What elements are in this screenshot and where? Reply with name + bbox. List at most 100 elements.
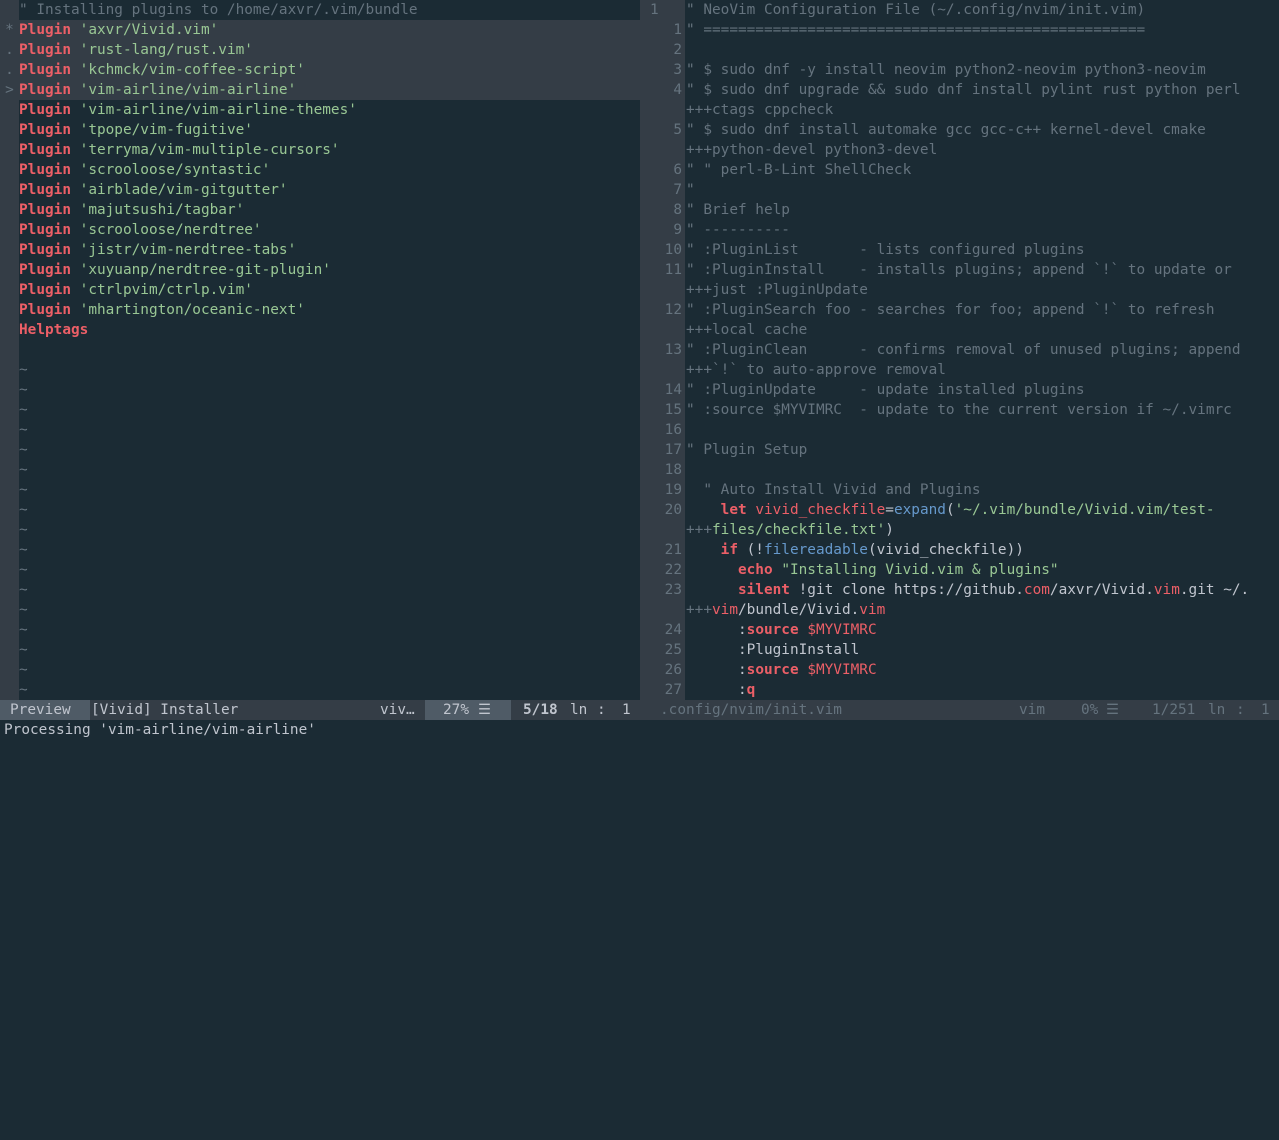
plugin-line[interactable]: Plugin 'majutsushi/tagbar' [0,200,640,220]
code-token: " ---------- [686,222,790,238]
code-line[interactable]: 12 " :PluginSearch foo - searches for foo… [649,300,1279,320]
code-line[interactable]: 26 :source $MYVIMRC [649,660,1279,680]
plugin-line[interactable]: Plugin 'scrooloose/syntastic' [0,160,640,180]
code-token: +++ [686,602,712,618]
sign-gutter [0,680,19,700]
code-token: " [686,182,695,198]
plugin-keyword: Plugin [19,182,71,198]
code-line[interactable]: 14 " :PluginUpdate - update installed plu… [649,380,1279,400]
code-lines[interactable]: 1 " NeoVim Configuration File (~/.config/… [649,0,1279,700]
code-line[interactable]: +++vim/bundle/Vivid.vim [649,600,1279,620]
code-line[interactable]: 2 [649,40,1279,60]
plugin-line[interactable]: > Plugin 'vim-airline/vim-airline' [0,80,640,100]
blank-line [0,340,640,360]
code-line[interactable]: 1 " NeoVim Configuration File (~/.config/… [649,0,1279,20]
plugin-line[interactable]: Plugin 'jistr/vim-nerdtree-tabs' [0,240,640,260]
code-line[interactable]: 18 [649,460,1279,480]
line-number: 11 [664,262,682,278]
code-token: echo [737,562,773,578]
code-line[interactable]: +++local cache [649,320,1279,340]
empty-line-marker: ~ [0,620,640,640]
code-line[interactable]: 7 " [649,180,1279,200]
code-line[interactable]: 17 " Plugin Setup [649,440,1279,460]
init-vim-editor-pane[interactable]: 1 " NeoVim Configuration File (~/.config/… [649,0,1279,700]
plugin-line[interactable]: Plugin 'mhartington/oceanic-next' [0,300,640,320]
plugin-line[interactable]: Plugin 'xuyuanp/nerdtree-git-plugin' [0,260,640,280]
plugin-line[interactable]: Plugin 'tpope/vim-fugitive' [0,120,640,140]
code-line[interactable]: 24 :source $MYVIMRC [649,620,1279,640]
empty-line-marker: ~ [0,520,640,540]
code-token: com [1023,582,1050,598]
line-number: 24 [664,622,682,638]
empty-line-marker: ~ [0,560,640,580]
code-line[interactable]: +++python-devel python3-devel [649,140,1279,160]
code-token: ctags cppcheck [712,102,834,118]
plugin-name: 'scrooloose/nerdtree' [79,222,262,238]
plugin-name: 'ctrlpvim/ctrlp.vim' [79,282,253,298]
code-line[interactable]: 20 let vivid_checkfile=expand('~/.vim/bu… [649,500,1279,520]
code-line[interactable]: 3 " $ sudo dnf -y install neovim python2-… [649,60,1279,80]
line-number: 1 [650,2,659,18]
line-number: 16 [664,422,682,438]
code-line[interactable]: 27 :q [649,680,1279,700]
status-line: Preview [Vivid] Installer viv… 27% ☰ 5/1… [0,700,1279,720]
plugin-line[interactable]: Plugin 'terryma/vim-multiple-cursors' [0,140,640,160]
code-line[interactable]: 6 " " perl-B-Lint ShellCheck [649,160,1279,180]
code-line[interactable]: 9 " ---------- [649,220,1279,240]
code-line[interactable]: 15 " :source $MYVIMRC - update to the cur… [649,400,1279,420]
progress-sign [0,160,19,180]
plugin-line[interactable]: Plugin 'ctrlpvim/ctrlp.vim' [0,280,640,300]
line-number: 4 [673,82,682,98]
code-token: '~/.vim/bundle/Vivid.vim/test- [954,502,1215,518]
progress-sign [0,260,19,280]
plugin-line[interactable]: . Plugin 'kchmck/vim-coffee-script' [0,60,640,80]
code-line[interactable]: 22 echo "Installing Vivid.vim & plugins" [649,560,1279,580]
plugin-name: 'airblade/vim-gitgutter' [79,182,288,198]
line-number: 2 [673,42,682,58]
code-token: +++ [686,282,712,298]
mode-indicator: Preview [0,700,90,720]
plugin-line[interactable]: Plugin 'scrooloose/nerdtree' [0,220,640,240]
line-number: 18 [664,462,682,478]
code-line[interactable]: +++files/checkfile.txt') [649,520,1279,540]
code-token: : [686,622,747,638]
empty-line-marker: ~ [0,480,640,500]
code-line[interactable]: 10 " :PluginList - lists configured plugi… [649,240,1279,260]
code-line[interactable]: 1 " =====================================… [649,20,1279,40]
code-line[interactable]: +++ctags cppcheck [649,100,1279,120]
code-line[interactable]: 23 silent !git clone https://github.com/… [649,580,1279,600]
left-lines-icon: ☰ [478,702,491,718]
code-line[interactable]: 13 " :PluginClean - confirms removal of u… [649,340,1279,360]
code-token: local cache [712,322,808,338]
code-token: " :PluginUpdate - update installed plugi… [686,382,1085,398]
code-line[interactable]: 4 " $ sudo dnf upgrade && sudo dnf instal… [649,80,1279,100]
code-line[interactable]: 8 " Brief help [649,200,1279,220]
code-line[interactable]: +++just :PluginUpdate [649,280,1279,300]
code-line[interactable]: 16 [649,420,1279,440]
right-filetype: vim [1019,702,1045,718]
plugin-line[interactable]: * Plugin 'axvr/Vivid.vim' [0,20,640,40]
code-token: = [885,502,894,518]
code-line[interactable]: +++`!` to auto-approve removal [649,360,1279,380]
vertical-split-separator[interactable] [640,0,649,700]
command-line-message[interactable]: Processing 'vim-airline/vim-airline' [0,720,1279,743]
code-line[interactable]: 19 " Auto Install Vivid and Plugins [649,480,1279,500]
code-line[interactable]: 25 :PluginInstall [649,640,1279,660]
code-token: " :source $MYVIMRC - update to the curre… [686,402,1232,418]
progress-sign [0,140,19,160]
plugin-line[interactable]: Plugin 'vim-airline/vim-airline-themes' [0,100,640,120]
plugin-line[interactable]: Plugin 'airblade/vim-gitgutter' [0,180,640,200]
progress-sign [0,220,19,240]
progress-sign: . [0,60,19,80]
code-line[interactable]: 21 if (!filereadable(vivid_checkfile)) [649,540,1279,560]
vivid-installer-pane[interactable]: " Installing plugins to /home/axvr/.vim/… [0,0,640,700]
sign-gutter [0,440,19,460]
code-line[interactable]: 11 " :PluginInstall - installs plugins; a… [649,260,1279,280]
code-token: "Installing Vivid.vim & plugins" [781,562,1059,578]
sign-gutter [0,380,19,400]
code-token: files/checkfile.txt' [712,522,886,538]
plugin-line[interactable]: . Plugin 'rust-lang/rust.vim' [0,40,640,60]
code-line[interactable]: 5 " $ sudo dnf install automake gcc gcc-c… [649,120,1279,140]
